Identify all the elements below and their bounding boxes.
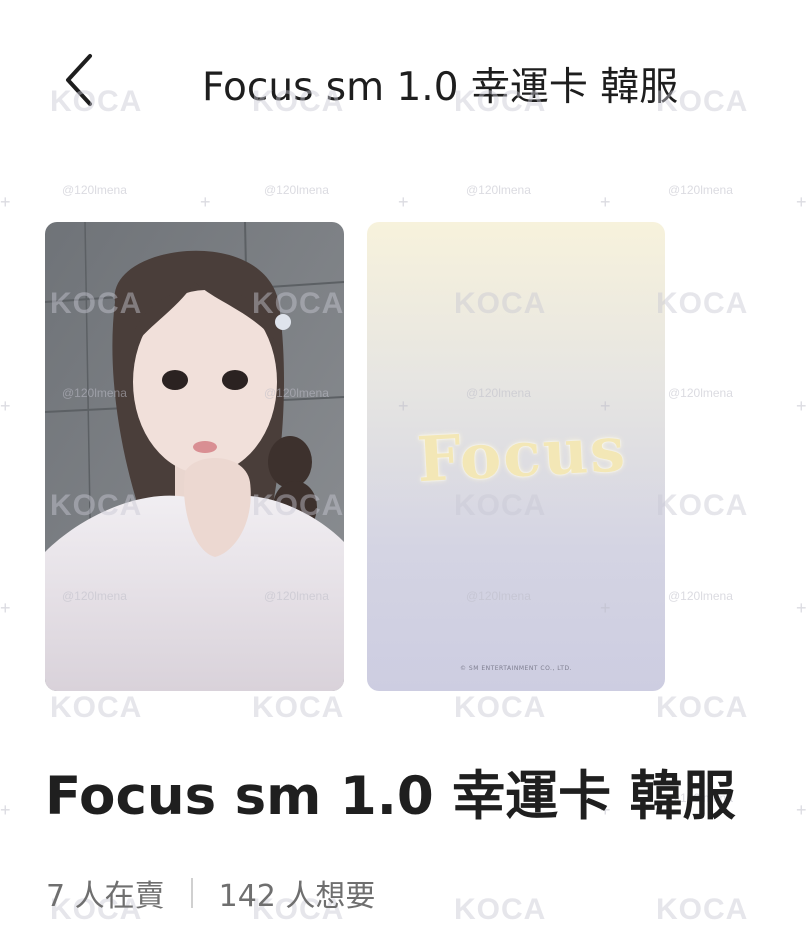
watermark-handle: @120lmena — [62, 183, 127, 197]
watermark-plus: + — [0, 396, 11, 416]
watermark: KOCA — [656, 893, 749, 926]
photo-illustration — [45, 222, 344, 691]
watermark-plus: + — [0, 598, 11, 618]
watermark: KOCA — [454, 691, 547, 724]
watermark-plus: + — [398, 192, 409, 212]
card-front-image[interactable] — [45, 222, 344, 691]
watermark: KOCA — [656, 691, 749, 724]
watermark-plus: + — [200, 192, 211, 212]
chevron-left-icon — [66, 54, 92, 106]
stats-row: 7 人在賣 142 人想要 — [46, 871, 375, 915]
back-button[interactable] — [56, 50, 106, 110]
watermark-plus: + — [796, 192, 807, 212]
watermark: KOCA — [656, 287, 749, 320]
watermark-handle: @120lmena — [264, 183, 329, 197]
copyright-text: © SM ENTERTAINMENT CO., LTD. — [460, 665, 572, 672]
focus-logo: Focus — [415, 412, 629, 497]
watermark-plus: + — [796, 800, 807, 820]
top-bar: Focus sm 1.0 幸運卡 韓服 — [0, 0, 811, 165]
watermark: KOCA — [50, 691, 143, 724]
watermark-plus: + — [0, 800, 11, 820]
selling-count: 7 人在賣 — [46, 879, 165, 914]
watermark: KOCA — [656, 489, 749, 522]
watermark-handle: @120lmena — [668, 386, 733, 400]
card-back-image[interactable]: Focus © SM ENTERTAINMENT CO., LTD. — [367, 222, 665, 691]
product-title: Focus sm 1.0 幸運卡 韓服 — [45, 766, 736, 827]
watermark-handle: @120lmena — [466, 183, 531, 197]
divider — [190, 878, 193, 908]
watermark: KOCA — [252, 691, 345, 724]
wanting-count: 142 人想要 — [218, 879, 376, 914]
watermark-plus: + — [796, 396, 807, 416]
page-title: Focus sm 1.0 幸運卡 韓服 — [202, 65, 679, 110]
watermark-handle: @120lmena — [668, 183, 733, 197]
watermark-plus: + — [600, 192, 611, 212]
watermark-plus: + — [796, 598, 807, 618]
watermark: KOCA — [454, 893, 547, 926]
watermark-handle: @120lmena — [668, 589, 733, 603]
watermark-plus: + — [0, 192, 11, 212]
